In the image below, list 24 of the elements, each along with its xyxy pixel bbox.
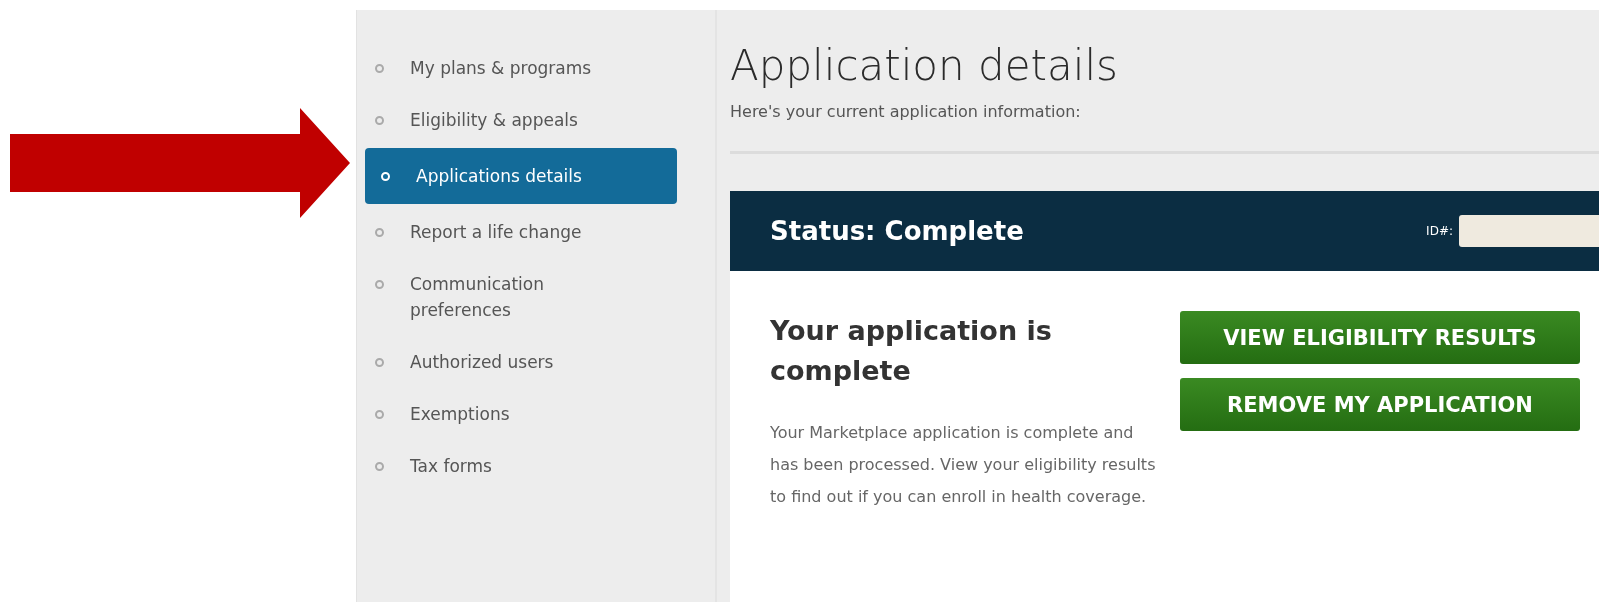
page-subtitle: Here's your current application information: (730, 102, 1082, 121)
sidebar-item[interactable]: Exemptions (365, 388, 677, 440)
sidebar-item[interactable]: Report a life change (365, 206, 677, 258)
bullet-icon (375, 410, 384, 419)
card-text: Your Marketplace application is complete and has been processed. View your eligibility results to find out if you can enroll in health coverage. (770, 422, 1157, 508)
sidebar-item[interactable]: Communication preferences (365, 258, 677, 336)
action-button[interactable]: VIEW ELIGIBILITY RESULTS (1180, 311, 1580, 364)
bullet-icon (381, 172, 390, 181)
status-title: Status: Complete (770, 216, 1024, 246)
bullet-icon (375, 228, 384, 237)
sidebar-item[interactable]: Eligibility & appeals (365, 94, 677, 146)
bullet-icon (375, 462, 384, 471)
sidebar-item[interactable]: Applications details (365, 148, 677, 204)
bullet-icon (375, 116, 384, 125)
bullet-icon (375, 358, 384, 367)
sidebar-item[interactable]: My plans & programs (365, 42, 677, 94)
sidebar-item[interactable]: Authorized users (365, 336, 677, 388)
card-heading: Your application is complete (770, 314, 1053, 388)
page-title: Application details (730, 40, 1119, 92)
action-button[interactable]: REMOVE MY APPLICATION (1180, 378, 1580, 431)
bullet-icon (375, 64, 384, 73)
id-label: ID#: (1426, 224, 1453, 238)
bullet-icon (375, 280, 384, 289)
sidebar-item[interactable]: Tax forms (365, 440, 677, 492)
